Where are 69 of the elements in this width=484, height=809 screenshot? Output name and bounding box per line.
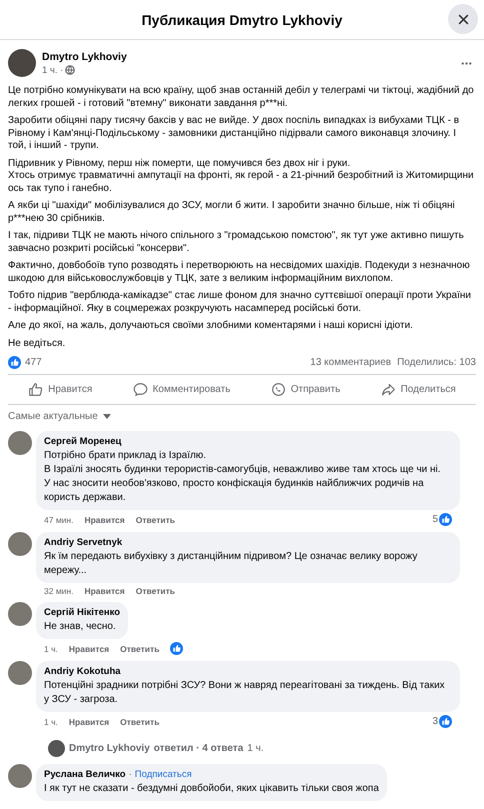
post-text: Не ведіться. <box>8 338 66 350</box>
comment-time[interactable]: 47 мин. <box>44 514 74 524</box>
share-arrow-icon <box>380 382 396 397</box>
comment-count[interactable]: 13 комментариев <box>310 357 392 368</box>
reaction-count[interactable]: 477 <box>25 357 42 368</box>
post-text: Але до якої, на жаль, долучаються своїми злобними коментарями і наші корисні ідіоти. <box>8 320 414 332</box>
like-link[interactable]: Нравится <box>84 514 125 524</box>
action-button[interactable]: Комментировать <box>126 377 236 402</box>
post-text: А якби ці "шахіди" мобілізувалися до ЗСУ, могли б жити. І заробити значно більше, ніж ті обіцяні р***нею 30 срібників. <box>8 200 456 225</box>
reaction-count[interactable]: 3 <box>432 716 438 727</box>
reply-link[interactable]: Ответить <box>120 644 160 654</box>
post-text: Тобто підрив "верблюда-камікадзе" стає лише фоном для значно суттєвішої операції проти України - інформаційної. Яку в соцмережах розкручують насамперед російські боти. <box>8 290 472 315</box>
like-link[interactable]: Нравится <box>68 716 110 726</box>
post-text: Хтось отримує травматичні ампутації на фронті, як герой - а 21-річний безробітний із Житомирщини ось так тупо і ганебно. <box>8 170 475 195</box>
thumbs-up-icon <box>28 382 44 397</box>
comment-time[interactable]: 1 ч. <box>44 644 58 654</box>
comment-text: Потенційні зрадники потрібні ЗСУ? Вони ж навряд переагітовані за тиждень. Від таких у ЗСУ - загроза. <box>44 679 446 707</box>
replies-link[interactable]: ответил · 4 ответа <box>154 743 244 754</box>
more-icon <box>461 62 472 64</box>
globe-icon <box>65 65 76 75</box>
post-text: І так, підриви ТЦК не мають нічого спільного з "громадською помстою", як тут уже активно пишуть завчасно розкриті російські "консерви". <box>8 230 465 255</box>
like-icon <box>8 356 21 369</box>
comment-text: І як тут не сказати - бездумні довбойоби, яких цікавить тільки своя жопа <box>44 782 379 796</box>
reaction-count[interactable]: 5 <box>432 514 438 525</box>
commenter-name[interactable]: Andriy Kokotuha <box>44 665 121 679</box>
commenter-name[interactable]: Andriy Servetnyk <box>44 536 122 550</box>
avatar[interactable] <box>8 764 32 788</box>
share-count[interactable]: Поделились: 103 <box>397 357 476 368</box>
sort-dropdown[interactable]: Самые актуальные <box>0 405 119 428</box>
comment-time[interactable]: 1 ч. <box>44 716 58 726</box>
comment-text: Як їм передають вибухівку з дистанційним підривом? Це означає велику ворожу мережу... <box>44 550 418 578</box>
separator-dot: · <box>128 768 132 782</box>
avatar[interactable] <box>8 532 32 556</box>
comment-text: В Ізраїлі зносять будинки терористів-самогубців, неважливо живе там хтось ще чи ні. <box>44 463 442 477</box>
commenter-name[interactable]: Руслана Величко <box>44 768 126 782</box>
commenter-name[interactable]: Сергей Моренец <box>44 435 122 449</box>
action-button[interactable]: Нравится <box>22 377 98 402</box>
commenter-name[interactable]: Сергій Нікітенко <box>44 606 120 620</box>
follow-link[interactable]: Подписаться <box>134 768 192 782</box>
post-text: Фактично, довбобоїв тупо розводять і перетворюють на несвідомих шахідів. Подекуди з незначною шкодою для військовослужбовців у ТЦК, зате з великим інформаційним вихлопом. <box>8 260 471 285</box>
action-button[interactable]: Отправить <box>264 377 346 402</box>
action-button[interactable]: Поделиться <box>374 377 462 402</box>
reply-author[interactable]: Dmytro Lykhoviy <box>69 743 150 754</box>
avatar[interactable] <box>8 602 32 626</box>
like-link[interactable]: Нравится <box>84 586 125 596</box>
post-text: Це потрібно комунікувати на всю країну, щоб знав останній дебіл у телеграмі чи тіктоці, жадібний до легких грошей - і готовий "втемну" виконати завдання р***ні. <box>8 85 475 110</box>
window-title: Публикация Dmytro Lykhoviy <box>142 12 342 28</box>
post-time[interactable]: 1 ч. · <box>42 64 64 76</box>
caret-icon <box>102 414 111 419</box>
avatar[interactable] <box>48 740 65 757</box>
reply-link[interactable]: Ответить <box>120 716 160 726</box>
avatar[interactable] <box>8 661 32 685</box>
avatar[interactable] <box>8 431 32 455</box>
speech-bubble-icon <box>132 382 148 397</box>
reply-link[interactable]: Ответить <box>136 514 175 524</box>
close-button[interactable] <box>448 4 478 34</box>
like-link[interactable]: Нравится <box>68 644 110 654</box>
post-text: Підривник у Рівному, перш ніж померти, ще помучився без двох ніг і руки. <box>8 158 352 170</box>
close-icon <box>458 14 468 24</box>
comment-text: Потрібно брати приклад із Ізраїлю. <box>44 449 208 463</box>
reply-link[interactable]: Ответить <box>136 586 175 596</box>
comment-time[interactable]: 32 мин. <box>44 586 74 596</box>
post-text: Заробити обіцяні пару тисячу баксів у вас не вийде. У двох поспіль випадках із вибухами ТЦК - в Рівному і Кам'янці-Подільському - замовники дистанційно підірвали самого виконавця злочину. І той, і інший - трупи. <box>8 115 460 152</box>
avatar[interactable] <box>8 49 36 77</box>
reply-time: 1 ч. <box>247 743 264 754</box>
phone-bubble-icon <box>270 382 286 397</box>
comment-text: У нас зносити необов'язково, просто конфіскація будинків найближчих родичів на користь держави. <box>44 477 425 505</box>
comment-text: Не знав, чесно. <box>44 620 117 634</box>
author-name[interactable]: Dmytro Lykhoviy <box>42 50 451 62</box>
